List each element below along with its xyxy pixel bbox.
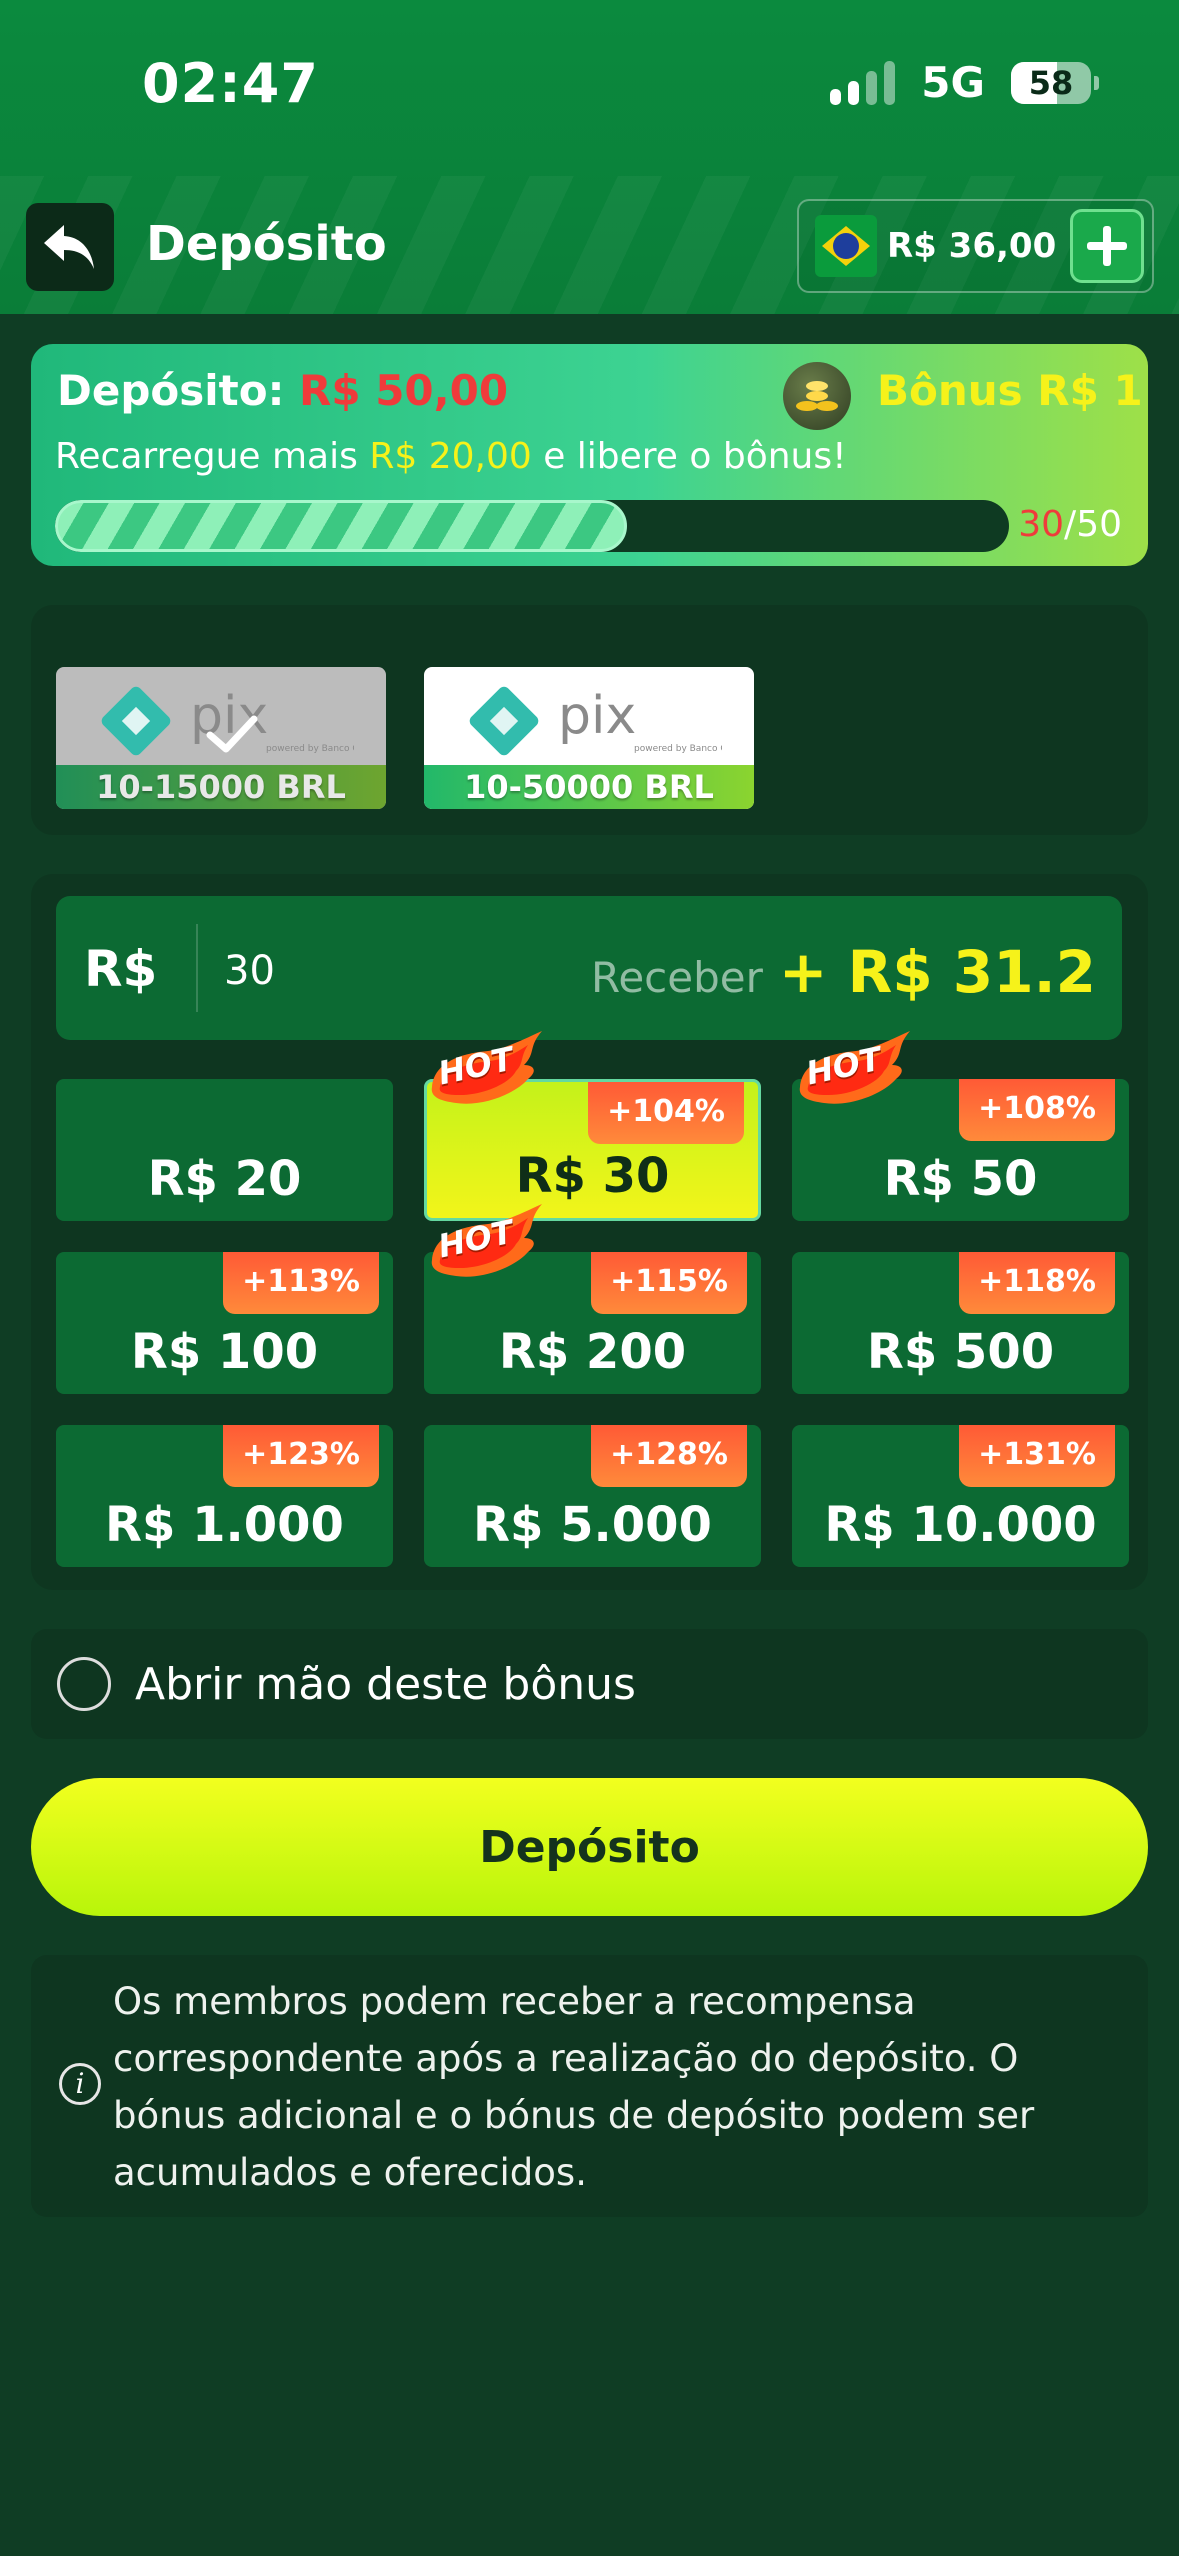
back-arrow-icon <box>44 225 94 269</box>
network-type: 5G <box>921 58 985 107</box>
add-funds-button[interactable] <box>1070 209 1144 283</box>
amount-selector: R$ Receber + R$ 31.2 R$ 20+104%R$ 30HOT+… <box>31 874 1148 1590</box>
info-icon: i <box>59 2063 101 2105</box>
bonus-percent-badge: +131% <box>959 1425 1115 1487</box>
amount-option-label: R$ 100 <box>130 1324 319 1380</box>
amount-option-label: R$ 20 <box>147 1151 302 1207</box>
bonus-progress-fill <box>55 500 628 552</box>
amount-option-label: R$ 50 <box>883 1151 1038 1207</box>
waive-bonus-label: Abrir mão deste bônus <box>135 1659 636 1710</box>
bonus-progress-card: Depósito: R$ 50,00 Bônus R$ 1 Recarregue… <box>31 344 1148 566</box>
back-button[interactable] <box>26 203 114 291</box>
status-indicators: 5G 58 <box>830 58 1099 107</box>
brazil-flag-icon <box>815 215 877 277</box>
receive-summary: Receber + R$ 31.2 <box>591 938 1096 1006</box>
plus-icon <box>1087 226 1127 266</box>
signal-icon <box>830 60 896 105</box>
battery-icon: 58 <box>1011 61 1099 104</box>
deposit-progress-value: R$ 50,00 <box>299 366 509 415</box>
amount-option-label: R$ 500 <box>866 1324 1055 1380</box>
bonus-label: Bônus R$ 1 <box>877 366 1143 415</box>
waive-bonus-option[interactable]: Abrir mão deste bônus <box>31 1629 1148 1739</box>
bonus-percent-badge: +115% <box>591 1252 747 1314</box>
bonus-percent-badge: +113% <box>223 1252 379 1314</box>
amount-option-label: R$ 5.000 <box>473 1497 712 1553</box>
bonus-percent-badge: +104% <box>588 1082 744 1144</box>
bonus-percent-badge: +128% <box>591 1425 747 1487</box>
deposit-progress-label: Depósito: R$ 50,00 <box>57 366 509 415</box>
wallet-balance: R$ 36,00 <box>797 199 1154 293</box>
payment-method-pix-50000[interactable]: pix powered by Banco Central 10-50000 BR… <box>424 667 754 809</box>
amount-input[interactable] <box>224 948 524 994</box>
payment-method-pix-15000[interactable]: pix powered by Banco Central 10-15000 BR… <box>56 667 386 809</box>
bonus-progress-bar <box>55 500 1009 552</box>
svg-text:powered by Banco Central: powered by Banco Central <box>266 744 354 754</box>
info-panel: i Os membros podem receber a recompensa … <box>31 1955 1148 2217</box>
payment-range: 10-15000 BRL <box>56 765 386 809</box>
bonus-percent-badge: +108% <box>959 1079 1115 1141</box>
amount-option[interactable]: +123% R$ 1.000 <box>56 1425 393 1567</box>
amount-option-label: R$ 1.000 <box>105 1497 344 1553</box>
status-time: 02:47 <box>142 52 319 115</box>
payment-range: 10-50000 BRL <box>424 765 754 809</box>
amount-input-row: R$ Receber + R$ 31.2 <box>56 896 1122 1040</box>
bonus-percent-badge: +123% <box>223 1425 379 1487</box>
currency-label: R$ <box>84 940 158 998</box>
bonus-percent-badge: +118% <box>959 1252 1115 1314</box>
deposit-button[interactable]: Depósito <box>31 1778 1148 1916</box>
battery-level: 58 <box>1028 63 1074 102</box>
amount-option[interactable]: +113% R$ 100 <box>56 1252 393 1394</box>
payment-methods: pix powered by Banco Central 10-15000 BR… <box>31 605 1148 835</box>
pix-logo-icon: pix powered by Banco Central <box>469 686 722 756</box>
bonus-message: Recarregue mais R$ 20,00 e libere o bônu… <box>55 436 847 477</box>
svg-text:powered by Banco Central: powered by Banco Central <box>634 744 722 754</box>
hot-flame-icon: HOT <box>792 1031 918 1111</box>
receive-label: Receber <box>591 953 763 1002</box>
bonus-progress-count: 30/50 <box>1018 504 1122 545</box>
page-title: Depósito <box>146 216 387 272</box>
info-text: Os membros podem receber a recompensa co… <box>113 1980 1035 2194</box>
amount-option-label: R$ 30 <box>515 1148 670 1204</box>
amount-option-label: R$ 10.000 <box>824 1497 1097 1553</box>
svg-text:pix: pix <box>558 686 636 746</box>
waive-bonus-radio[interactable] <box>57 1657 111 1711</box>
amount-option[interactable]: +131% R$ 10.000 <box>792 1425 1129 1567</box>
coins-icon <box>783 362 851 430</box>
hot-flame-icon: HOT <box>424 1031 550 1111</box>
amount-option[interactable]: +128% R$ 5.000 <box>424 1425 761 1567</box>
amount-option-label: R$ 200 <box>498 1324 687 1380</box>
receive-value: + R$ 31.2 <box>778 938 1096 1006</box>
checkmark-icon <box>206 715 258 753</box>
balance-amount: R$ 36,00 <box>887 226 1057 266</box>
amount-option[interactable]: +118% R$ 500 <box>792 1252 1129 1394</box>
input-divider <box>196 924 198 1012</box>
amount-option[interactable]: R$ 20 <box>56 1079 393 1221</box>
hot-flame-icon: HOT <box>424 1204 550 1284</box>
